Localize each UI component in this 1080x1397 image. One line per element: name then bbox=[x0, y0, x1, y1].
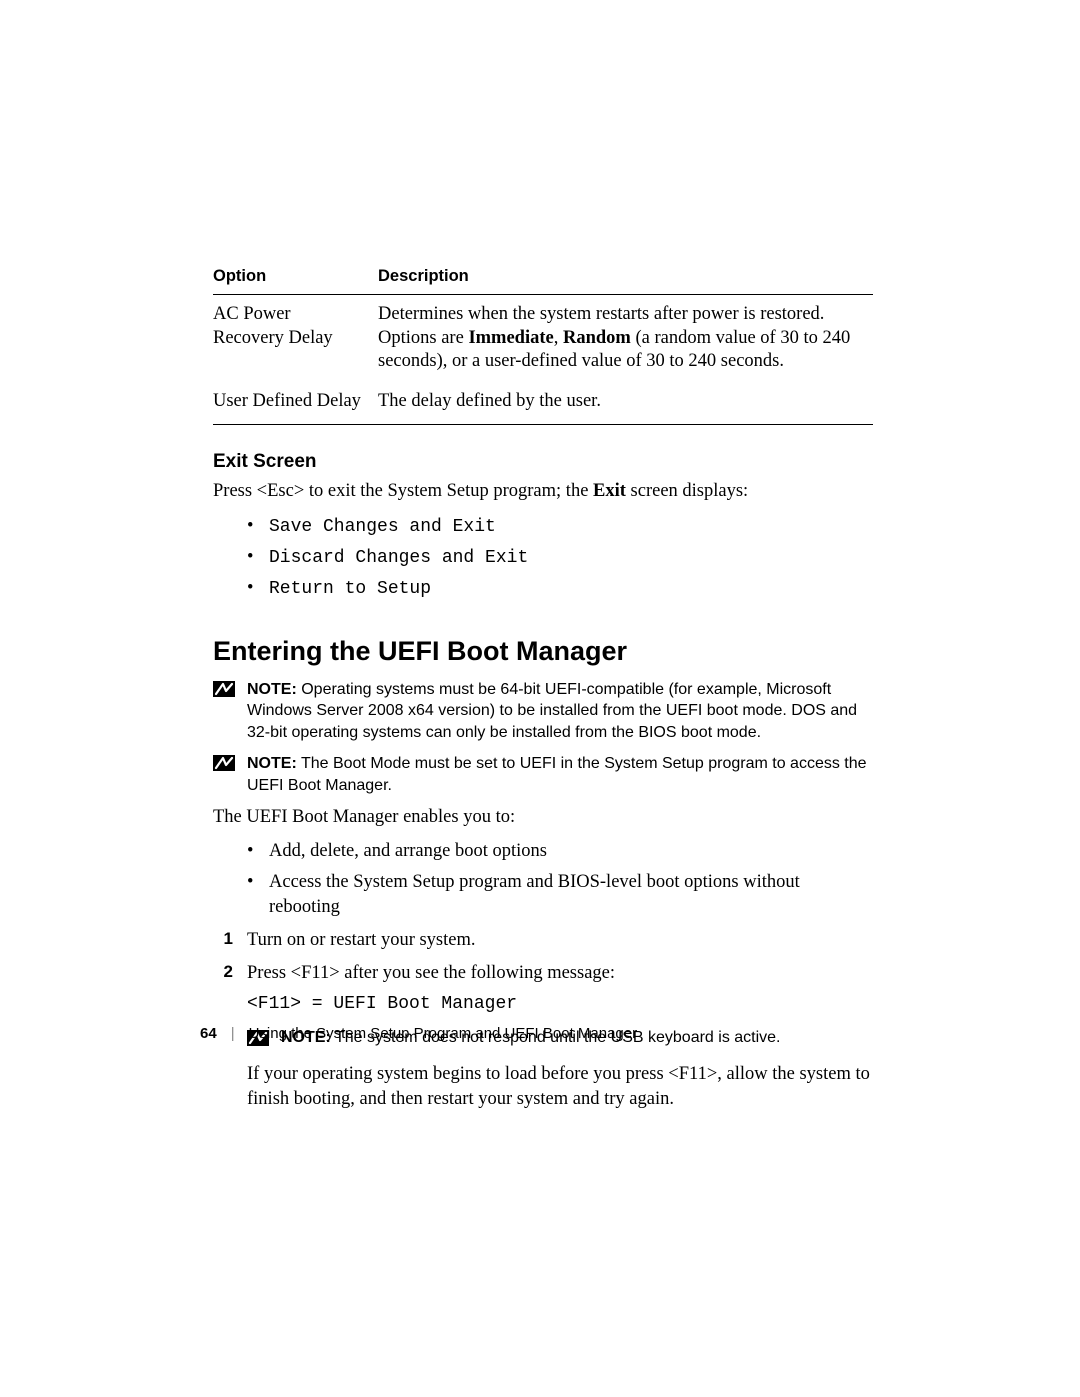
list-item-text: Discard Changes and Exit bbox=[269, 548, 528, 568]
bold-text: Random bbox=[563, 328, 631, 348]
note-block: NOTE: Operating systems must be 64-bit U… bbox=[213, 679, 873, 744]
note-icon bbox=[213, 681, 235, 702]
list-item-text: Return to Setup bbox=[269, 579, 431, 599]
list-item-text: Save Changes and Exit bbox=[269, 517, 496, 537]
text: screen displays: bbox=[626, 481, 748, 501]
footer-separator: | bbox=[231, 1025, 235, 1042]
exit-intro: Press <Esc> to exit the System Setup pro… bbox=[213, 479, 873, 504]
list-item: Access the System Setup program and BIOS… bbox=[247, 870, 873, 920]
step-text: Turn on or restart your system. bbox=[247, 928, 873, 953]
exit-screen-heading: Exit Screen bbox=[213, 451, 873, 473]
list-item: Add, delete, and arrange boot options bbox=[247, 839, 873, 864]
list-item: Discard Changes and Exit bbox=[247, 545, 873, 570]
exit-options-list: Save Changes and Exit Discard Changes an… bbox=[247, 514, 873, 602]
options-table: Option Description AC Power Recovery Del… bbox=[213, 261, 873, 425]
list-item: Save Changes and Exit bbox=[247, 514, 873, 539]
list-item-text: Add, delete, and arrange boot options bbox=[269, 841, 547, 861]
table-row: User Defined Delay The delay defined by … bbox=[213, 382, 873, 424]
list-item-text: Access the System Setup program and BIOS… bbox=[269, 872, 800, 917]
option-cell: User Defined Delay bbox=[213, 382, 378, 424]
description-cell: Determines when the system restarts afte… bbox=[378, 295, 873, 383]
uefi-steps: Turn on or restart your system. Press <F… bbox=[213, 928, 873, 1111]
note-text: NOTE: The Boot Mode must be set to UEFI … bbox=[247, 753, 873, 796]
bold-text: Exit bbox=[593, 481, 626, 501]
bold-text: Immediate bbox=[468, 328, 553, 348]
step-code: <F11> = UEFI Boot Manager bbox=[247, 992, 873, 1016]
uefi-intro: The UEFI Boot Manager enables you to: bbox=[213, 805, 873, 830]
page-content: Option Description AC Power Recovery Del… bbox=[213, 261, 873, 1120]
table-row: AC Power Recovery Delay Determines when … bbox=[213, 295, 873, 383]
note-text: NOTE: Operating systems must be 64-bit U… bbox=[247, 679, 873, 744]
note-body: Operating systems must be 64-bit UEFI-co… bbox=[247, 681, 857, 741]
step-item: Turn on or restart your system. bbox=[213, 928, 873, 953]
text: , bbox=[554, 328, 563, 348]
page-footer: 64 | Using the System Setup Program and … bbox=[200, 1025, 637, 1042]
uefi-heading: Entering the UEFI Boot Manager bbox=[213, 636, 873, 667]
footer-chapter: Using the System Setup Program and UEFI … bbox=[249, 1025, 638, 1042]
list-item: Return to Setup bbox=[247, 576, 873, 601]
note-icon bbox=[213, 755, 235, 776]
note-body: The Boot Mode must be set to UEFI in the… bbox=[247, 755, 867, 794]
uefi-capabilities-list: Add, delete, and arrange boot options Ac… bbox=[247, 839, 873, 920]
description-cell: The delay defined by the user. bbox=[378, 382, 873, 424]
note-label: NOTE: bbox=[247, 755, 297, 772]
note-block: NOTE: The Boot Mode must be set to UEFI … bbox=[213, 753, 873, 796]
text: Press <Esc> to exit the System Setup pro… bbox=[213, 481, 593, 501]
table-header-description: Description bbox=[378, 261, 873, 295]
page-number: 64 bbox=[200, 1025, 217, 1042]
option-cell: AC Power Recovery Delay bbox=[213, 295, 378, 383]
note-label: NOTE: bbox=[247, 681, 297, 698]
step-text: Press <F11> after you see the following … bbox=[247, 961, 873, 986]
step-tail: If your operating system begins to load … bbox=[247, 1062, 873, 1112]
table-header-option: Option bbox=[213, 261, 378, 295]
